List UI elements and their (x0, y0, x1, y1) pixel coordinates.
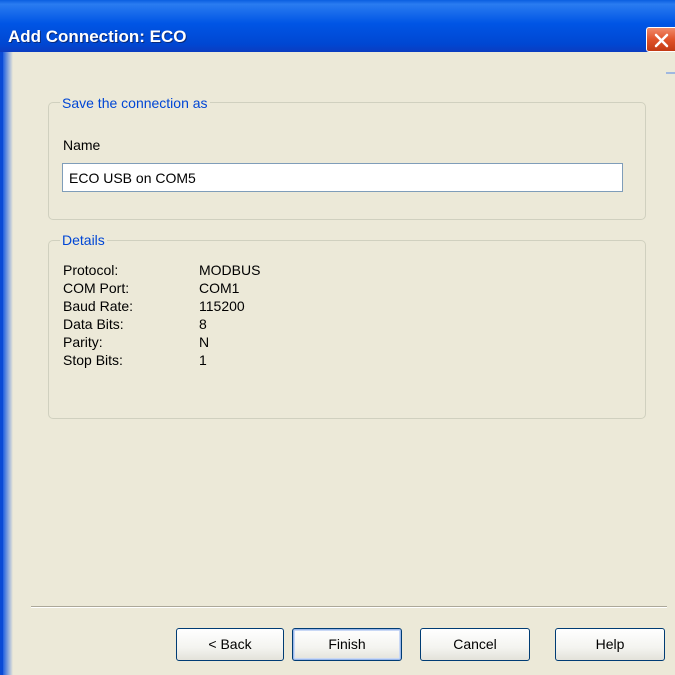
detail-value: N (199, 334, 210, 350)
cancel-button[interactable]: Cancel (420, 628, 530, 661)
detail-key: Stop Bits: (63, 352, 123, 368)
finish-button[interactable]: Finish (292, 628, 402, 661)
detail-key: Baud Rate: (63, 298, 134, 314)
back-button[interactable]: < Back (176, 628, 284, 661)
detail-value: MODBUS (199, 262, 261, 278)
detail-value: 8 (199, 316, 207, 332)
detail-key: Protocol: (63, 262, 119, 278)
button-separator-highlight (31, 607, 667, 608)
detail-key: COM Port: (63, 280, 130, 296)
detail-key: Parity: (63, 334, 103, 350)
detail-key: Data Bits: (63, 316, 124, 332)
details-group (48, 240, 646, 419)
details-legend: Details (60, 232, 107, 248)
save-connection-group (48, 102, 646, 220)
detail-value: 115200 (199, 298, 245, 314)
window-title: Add Connection: ECO (8, 27, 187, 46)
name-field[interactable] (62, 163, 623, 192)
name-label: Name (63, 137, 101, 153)
window-left-border-shade (3, 52, 13, 675)
help-button[interactable]: Help (555, 628, 665, 661)
detail-value: 1 (199, 352, 207, 368)
close-button[interactable] (646, 27, 675, 52)
window-edge-mark (666, 72, 675, 74)
detail-value: COM1 (199, 280, 240, 296)
title-bar[interactable]: Add Connection: ECO (0, 0, 675, 52)
save-connection-legend: Save the connection as (60, 95, 210, 111)
close-icon (654, 33, 669, 48)
dialog-window: Add Connection: ECO Save the connection … (0, 0, 675, 675)
